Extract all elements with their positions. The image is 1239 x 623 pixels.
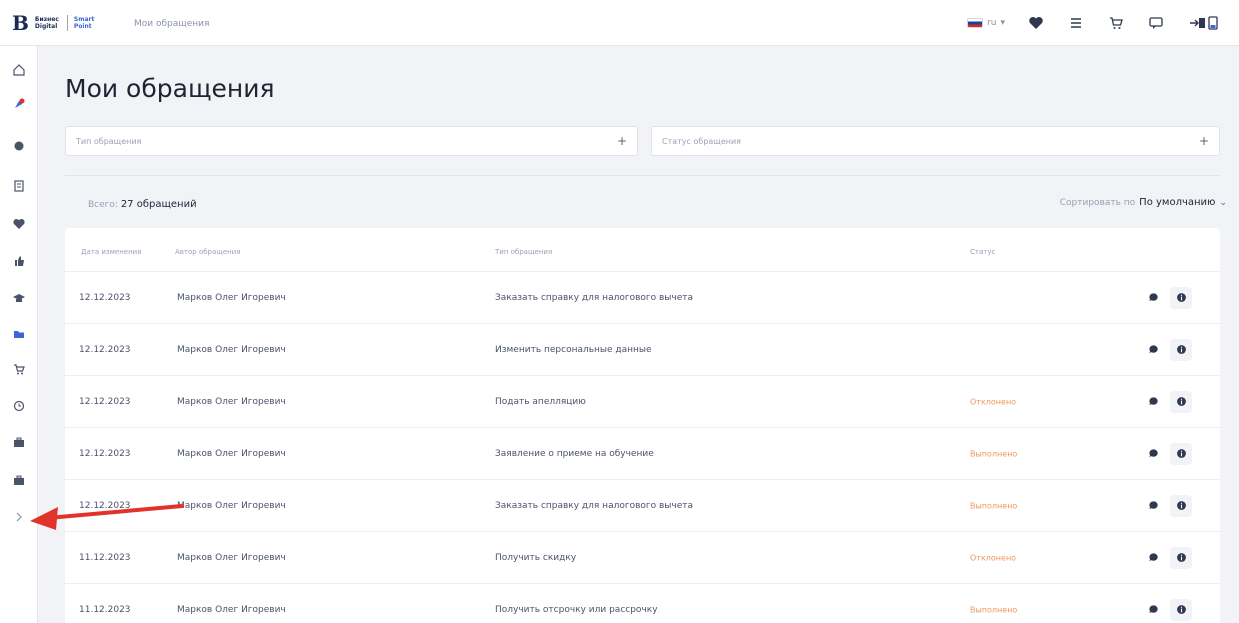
expand-icon[interactable] bbox=[9, 507, 29, 527]
logo-text: Бизнес Digital bbox=[34, 16, 59, 30]
column-header-author[interactable]: Автор обращения bbox=[175, 248, 241, 256]
row-author: Марков Олег Игоревич bbox=[177, 396, 286, 407]
language-code: ru bbox=[987, 18, 997, 28]
logo-letter: B bbox=[12, 11, 29, 35]
row-date: 12.12.2023 bbox=[79, 292, 131, 303]
sort-value: По умолчанию bbox=[1139, 197, 1216, 208]
thumbs-up-icon[interactable] bbox=[9, 251, 29, 271]
row-type: Заказать справку для налогового вычета bbox=[495, 292, 694, 303]
info-icon[interactable] bbox=[1170, 442, 1192, 465]
table-row[interactable]: 11.12.2023 Марков Олег Игоревич Получить о… bbox=[65, 583, 1220, 623]
logo-subtext: Smart Point bbox=[73, 16, 95, 30]
row-author: Марков Олег Игоревич bbox=[177, 344, 286, 355]
folder-icon[interactable] bbox=[9, 324, 29, 344]
column-header-status[interactable]: Статус bbox=[970, 248, 995, 256]
info-icon[interactable] bbox=[1170, 338, 1192, 361]
favorites-icon[interactable] bbox=[1027, 14, 1045, 32]
row-date: 12.12.2023 bbox=[79, 448, 131, 459]
clock-icon[interactable] bbox=[9, 396, 29, 416]
info-icon[interactable] bbox=[1170, 598, 1192, 621]
list-icon[interactable] bbox=[1067, 14, 1085, 32]
row-author: Марков Олег Игоревич bbox=[177, 500, 286, 511]
row-type: Заявление о приеме на обучение bbox=[495, 448, 654, 459]
logo-divider bbox=[66, 15, 68, 31]
heart-icon[interactable] bbox=[9, 214, 29, 234]
chat-icon[interactable] bbox=[1142, 339, 1164, 361]
chat-icon[interactable] bbox=[1142, 547, 1164, 569]
requests-table: Дата изменения Автор обращения Тип обращ… bbox=[65, 228, 1220, 623]
globe-icon[interactable] bbox=[9, 136, 29, 156]
table-row[interactable]: 12.12.2023 Марков Олег Игоревич Подать апе… bbox=[65, 375, 1220, 427]
request-status-filter[interactable]: Статус обращения + bbox=[651, 126, 1220, 156]
building-icon[interactable] bbox=[9, 176, 29, 196]
plus-icon: + bbox=[616, 134, 627, 148]
chat-icon[interactable] bbox=[1142, 391, 1164, 413]
row-type: Изменить персональные данные bbox=[495, 344, 652, 355]
table-row[interactable]: 12.12.2023 Марков Олег Игоревич Заказать с… bbox=[65, 271, 1220, 323]
sort-label: Сортировать по bbox=[1059, 197, 1136, 208]
flag-icon bbox=[967, 18, 984, 28]
total-label: Всего: bbox=[88, 200, 118, 210]
row-author: Марков Олег Игоревич bbox=[177, 448, 286, 459]
graduation-icon[interactable] bbox=[9, 288, 29, 308]
request-type-placeholder: Тип обращения bbox=[76, 136, 142, 146]
info-icon[interactable] bbox=[1170, 546, 1192, 569]
row-type: Получить отсрочку или рассрочку bbox=[495, 604, 658, 615]
briefcase-icon[interactable] bbox=[9, 432, 29, 452]
chevron-down-icon: ⌄ bbox=[1219, 197, 1227, 208]
sort-control[interactable]: Сортировать по По умолчанию ⌄ bbox=[1060, 197, 1227, 208]
row-date: 12.12.2023 bbox=[79, 344, 131, 355]
row-author: Марков Олег Игоревич bbox=[177, 552, 286, 563]
chat-icon[interactable] bbox=[1142, 287, 1164, 309]
requests-icon[interactable] bbox=[9, 470, 29, 490]
row-date: 12.12.2023 bbox=[79, 396, 131, 407]
row-status: Выполнено bbox=[970, 501, 1018, 510]
info-icon[interactable] bbox=[1170, 494, 1192, 517]
row-status: Выполнено bbox=[970, 449, 1018, 458]
column-header-type[interactable]: Тип обращения bbox=[495, 248, 552, 256]
table-row[interactable]: 12.12.2023 Марков Олег Игоревич Заявление … bbox=[65, 427, 1220, 479]
cart-icon[interactable] bbox=[9, 359, 29, 379]
table-row[interactable]: 12.12.2023 Марков Олег Игоревич Изменить п… bbox=[65, 323, 1220, 375]
request-type-filter[interactable]: Тип обращения + bbox=[65, 126, 638, 156]
row-type: Подать апелляцию bbox=[495, 396, 586, 407]
row-author: Марков Олег Игоревич bbox=[177, 292, 286, 303]
logout-icon[interactable] bbox=[1187, 14, 1221, 32]
row-date: 11.12.2023 bbox=[79, 604, 131, 615]
breadcrumb[interactable]: Мои обращения bbox=[134, 19, 209, 29]
home-icon[interactable] bbox=[9, 60, 29, 80]
row-author: Марков Олег Игоревич bbox=[177, 604, 286, 615]
plus-icon: + bbox=[1198, 134, 1209, 148]
main-content: Мои обращения Тип обращения + Статус обр… bbox=[38, 46, 1239, 623]
table-row[interactable]: 11.12.2023 Марков Олег Игоревич Получить с… bbox=[65, 531, 1220, 583]
table-row[interactable]: 12.12.2023 Марков Олег Игоревич Заказать с… bbox=[65, 479, 1220, 531]
total-value: 27 обращений bbox=[120, 199, 197, 210]
chat-icon[interactable] bbox=[1142, 443, 1164, 465]
top-bar: B Бизнес Digital Smart Point Мои обращен… bbox=[0, 0, 1239, 46]
row-date: 12.12.2023 bbox=[79, 500, 131, 511]
row-date: 11.12.2023 bbox=[79, 552, 131, 563]
top-icons: ru ▾ bbox=[967, 12, 1221, 34]
page-title: Мои обращения bbox=[65, 74, 275, 103]
logo[interactable]: B Бизнес Digital Smart Point bbox=[12, 13, 94, 33]
rocket-icon[interactable] bbox=[9, 94, 29, 114]
info-icon[interactable] bbox=[1170, 286, 1192, 309]
row-status: Выполнено bbox=[970, 605, 1018, 614]
row-status: Отклонено bbox=[970, 397, 1017, 406]
sidebar bbox=[0, 46, 38, 623]
info-icon[interactable] bbox=[1170, 390, 1192, 413]
request-status-placeholder: Статус обращения bbox=[662, 136, 741, 146]
language-switcher[interactable]: ru ▾ bbox=[967, 18, 1005, 28]
divider bbox=[65, 175, 1220, 176]
chevron-down-icon: ▾ bbox=[1000, 18, 1005, 28]
row-type: Заказать справку для налогового вычета bbox=[495, 500, 694, 511]
chat-icon[interactable] bbox=[1142, 495, 1164, 517]
cart-icon[interactable] bbox=[1107, 14, 1125, 32]
row-status: Отклонено bbox=[970, 553, 1017, 562]
column-header-date[interactable]: Дата изменения bbox=[81, 248, 141, 256]
chat-icon[interactable] bbox=[1147, 14, 1165, 32]
row-type: Получить скидку bbox=[495, 552, 577, 563]
total-count: Всего: 27 обращений bbox=[88, 199, 197, 210]
chat-icon[interactable] bbox=[1142, 599, 1164, 621]
